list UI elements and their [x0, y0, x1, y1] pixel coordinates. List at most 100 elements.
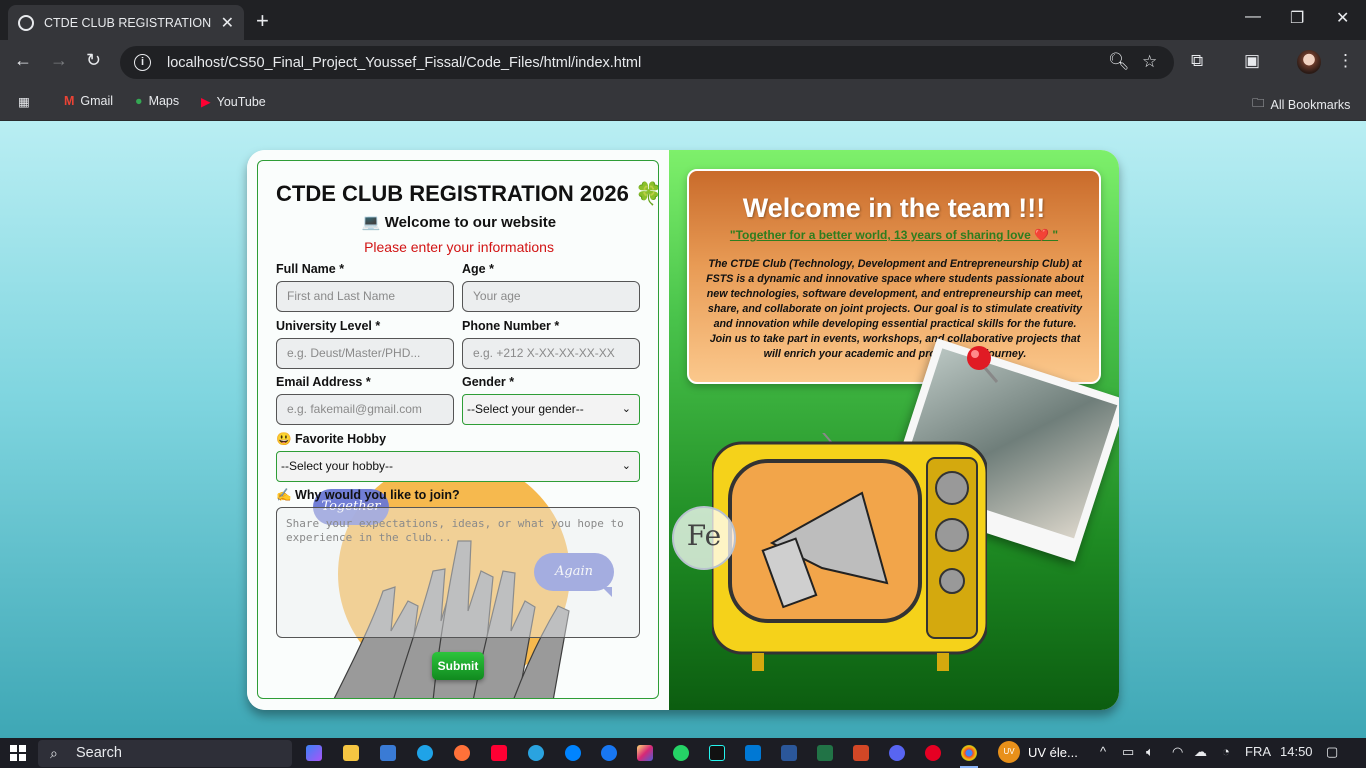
- page-background: Together Again CTDE CLUB REGISTRATION 20…: [0, 121, 1366, 738]
- telegram-icon[interactable]: [528, 745, 544, 761]
- whatsapp-icon[interactable]: [673, 745, 689, 761]
- gmail-icon: M: [64, 94, 75, 108]
- minimize-icon[interactable]: —: [1245, 8, 1261, 26]
- instagram-icon[interactable]: [637, 745, 653, 761]
- email-label: Email Address *: [276, 375, 371, 389]
- club-logo: Fe: [672, 506, 736, 570]
- hobby-selected-value: --Select your hobby--: [281, 459, 394, 473]
- language-indicator[interactable]: FRA: [1245, 744, 1271, 759]
- phone-label: Phone Number *: [462, 319, 560, 333]
- tray-chevron-icon[interactable]: ^: [1100, 744, 1106, 759]
- welcome-quote[interactable]: "Together for a better world, 13 years o…: [689, 228, 1099, 242]
- zoom-icon[interactable]: 🔍︎: [1108, 52, 1130, 72]
- uv-app-icon: UV: [998, 741, 1020, 763]
- menu-icon[interactable]: ⋮: [1337, 51, 1354, 71]
- phone-input[interactable]: e.g. +212 X-XX-XX-XX-XX: [462, 338, 640, 369]
- taskbar-search[interactable]: ⌕ Search: [38, 740, 292, 767]
- search-icon: ⌕: [50, 745, 58, 761]
- browser-toolbar: ← → ↻ i localhost/CS50_Final_Project_You…: [0, 40, 1366, 85]
- notifications-icon[interactable]: ▢: [1326, 744, 1338, 760]
- reload-icon[interactable]: ↻: [86, 50, 101, 71]
- hobby-label: 😃 Favorite Hobby: [276, 432, 387, 446]
- why-join-label: ✍ Why would you like to join?: [276, 488, 460, 502]
- apps-grid-icon[interactable]: ▦: [18, 94, 30, 109]
- facebook-icon[interactable]: [601, 745, 617, 761]
- vscode-icon[interactable]: [745, 745, 761, 761]
- registration-card: Together Again CTDE CLUB REGISTRATION 20…: [247, 150, 1119, 710]
- search-label: Search: [76, 745, 122, 761]
- extensions-icon[interactable]: ⧉: [1191, 51, 1203, 71]
- new-tab-icon[interactable]: +: [256, 8, 269, 34]
- folder-icon: 🗀: [1252, 96, 1265, 110]
- forward-icon[interactable]: →: [50, 50, 68, 71]
- form-welcome: 💻 Welcome to our website: [361, 214, 557, 231]
- powerpoint-icon[interactable]: [853, 745, 869, 761]
- full-name-label: Full Name *: [276, 262, 345, 276]
- youtube-app-icon[interactable]: [491, 745, 507, 761]
- browser-tab-bar: CTDE CLUB REGISTRATION 2026 ✕ + — ❐ ✕: [0, 0, 1366, 40]
- gender-select[interactable]: --Select your gender-- ⌄: [462, 394, 640, 425]
- running-app-uv[interactable]: UV UV éle...: [998, 741, 1078, 763]
- address-bar[interactable]: i localhost/CS50_Final_Project_Youssef_F…: [120, 46, 1174, 79]
- volume-icon[interactable]: 🔈︎: [1146, 744, 1154, 760]
- bookmarks-bar: ▦ M Gmail ● Maps ▶ YouTube 🗀 All Bookmar…: [0, 85, 1366, 121]
- site-info-icon[interactable]: i: [134, 54, 151, 71]
- form-panel: Together Again CTDE CLUB REGISTRATION 20…: [247, 150, 669, 710]
- age-label: Age *: [462, 262, 494, 276]
- tiktok-icon[interactable]: [709, 745, 725, 761]
- discord-icon[interactable]: [889, 745, 905, 761]
- pushpin-icon: [967, 346, 999, 383]
- submit-button[interactable]: Submit: [432, 652, 484, 680]
- excel-icon[interactable]: [817, 745, 833, 761]
- why-join-textarea[interactable]: Share your expectations, ideas, or what …: [276, 507, 640, 638]
- maps-icon: ●: [135, 94, 143, 108]
- close-tab-icon[interactable]: ✕: [221, 13, 234, 33]
- bookmark-youtube[interactable]: ▶ YouTube: [201, 94, 266, 110]
- clock[interactable]: 14:50: [1280, 744, 1313, 759]
- welcome-title: Welcome in the team !!!: [742, 193, 1046, 223]
- word-icon[interactable]: [781, 745, 797, 761]
- registration-form: Together Again CTDE CLUB REGISTRATION 20…: [257, 160, 659, 699]
- welcome-panel: Welcome in the team !!! "Together for a …: [669, 150, 1119, 710]
- notification-bell-icon[interactable]: ◔: [1222, 744, 1230, 759]
- window-close-icon[interactable]: ✕: [1336, 8, 1349, 28]
- full-name-input[interactable]: First and Last Name: [276, 281, 454, 312]
- email-input[interactable]: e.g. fakemail@gmail.com: [276, 394, 454, 425]
- gender-label: Gender *: [462, 375, 515, 389]
- chevron-down-icon: ⌄: [621, 460, 631, 472]
- bookmark-gmail[interactable]: M Gmail: [64, 94, 113, 108]
- battery-icon[interactable]: ▭: [1122, 744, 1134, 760]
- restore-icon[interactable]: ❐: [1290, 8, 1304, 28]
- store-icon[interactable]: [380, 745, 396, 761]
- wifi-icon[interactable]: ◠: [1172, 744, 1183, 760]
- copilot-icon[interactable]: [306, 745, 322, 761]
- age-input[interactable]: Your age: [462, 281, 640, 312]
- windows-start-icon[interactable]: [10, 745, 26, 761]
- tab-search-icon[interactable]: ▣: [1244, 51, 1260, 71]
- messenger-icon[interactable]: [565, 745, 581, 761]
- chevron-down-icon: ⌄: [621, 403, 631, 415]
- globe-icon: [18, 14, 34, 31]
- browser-tab[interactable]: CTDE CLUB REGISTRATION 2026 ✕: [8, 5, 244, 40]
- firefox-icon[interactable]: [454, 745, 470, 761]
- welcome-box: Welcome in the team !!! "Together for a …: [687, 169, 1101, 384]
- hobby-select[interactable]: --Select your hobby-- ⌄: [276, 451, 640, 482]
- tv-megaphone-illustration: [712, 433, 987, 671]
- cloud-icon[interactable]: ☁: [1194, 744, 1207, 760]
- tab-title: CTDE CLUB REGISTRATION 2026: [44, 15, 213, 30]
- windows-taskbar: ⌕ Search UV UV éle... ^ ▭ 🔈︎ ◠ ☁ ◔ FRA 1…: [0, 738, 1366, 768]
- profile-avatar[interactable]: [1297, 50, 1321, 74]
- file-explorer-icon[interactable]: [343, 745, 359, 761]
- all-bookmarks[interactable]: 🗀 All Bookmarks: [1252, 94, 1350, 115]
- chrome-icon[interactable]: [961, 745, 977, 761]
- club-description: The CTDE Club (Technology, Development a…: [706, 258, 1084, 360]
- university-level-input[interactable]: e.g. Deust/Master/PHD...: [276, 338, 454, 369]
- pinterest-icon[interactable]: [925, 745, 941, 761]
- gender-selected-value: --Select your gender--: [467, 402, 584, 416]
- back-icon[interactable]: ←: [14, 50, 32, 71]
- edge-icon[interactable]: [417, 745, 433, 761]
- bookmark-star-icon[interactable]: ☆: [1142, 52, 1157, 72]
- university-level-label: University Level *: [276, 319, 381, 333]
- bookmark-maps[interactable]: ● Maps: [135, 94, 179, 108]
- url-text: localhost/CS50_Final_Project_Youssef_Fis…: [167, 54, 642, 71]
